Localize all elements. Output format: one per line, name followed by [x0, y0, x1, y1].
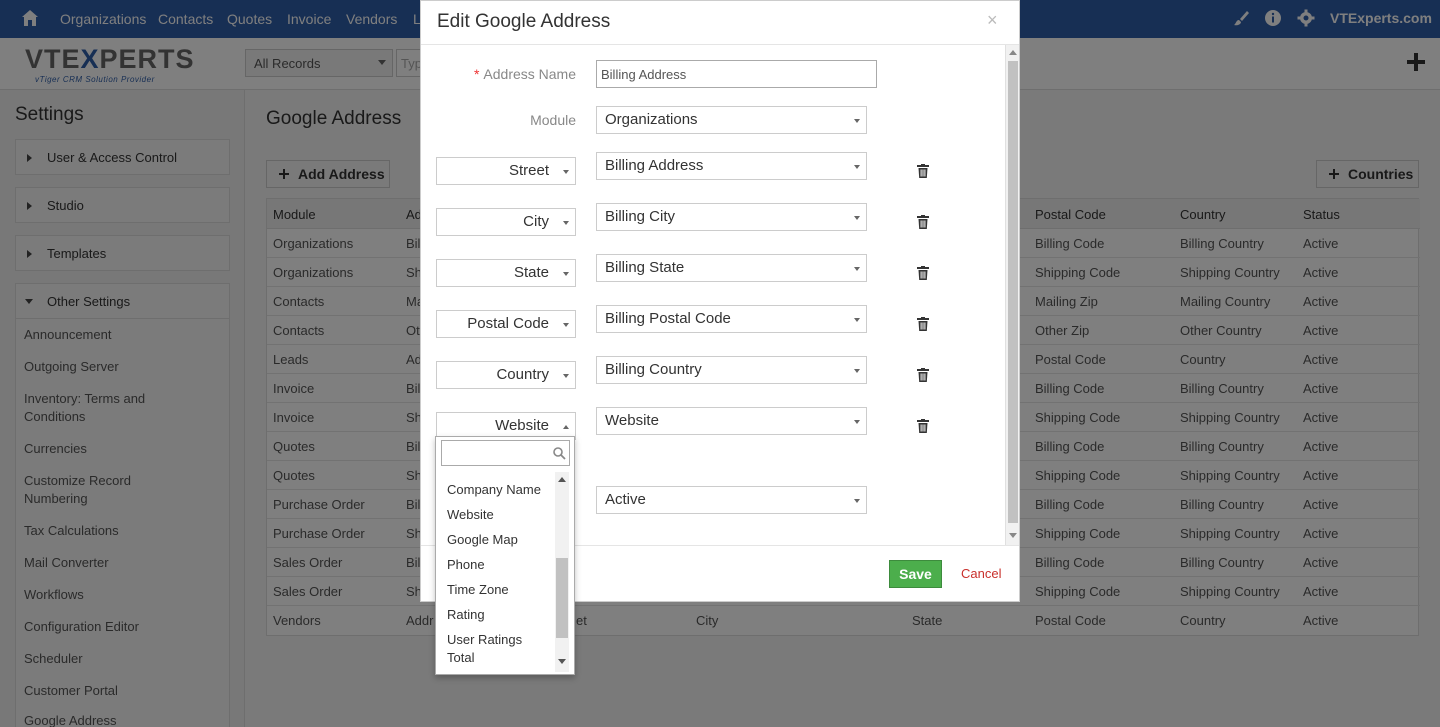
mapped-field-value: Website [605, 412, 659, 429]
scroll-down-icon[interactable] [1009, 533, 1017, 538]
address-name-label-text: Address Name [483, 66, 576, 82]
module-select-value: Organizations [605, 111, 698, 128]
field-type-select[interactable]: Street [436, 157, 576, 185]
caret-down-icon [563, 272, 569, 276]
caret-down-icon [854, 499, 860, 503]
mapped-field-select[interactable]: Billing State [596, 254, 867, 282]
mapped-field-select[interactable]: Website [596, 407, 867, 435]
status-select[interactable]: Active [596, 486, 867, 514]
address-name-input[interactable]: Billing Address [596, 60, 877, 88]
modal-scrollbar[interactable] [1005, 45, 1019, 545]
caret-down-icon [854, 165, 860, 169]
field-type-value: Website [495, 417, 549, 434]
field-type-value: Country [496, 366, 549, 383]
app: Organizations Contacts Quotes Invoice Ve… [0, 0, 1440, 727]
dropdown-option[interactable]: Time Zone [447, 581, 552, 599]
caret-down-icon [854, 369, 860, 373]
dropdown-option[interactable]: Phone [447, 556, 552, 574]
dropdown-option[interactable]: Website [447, 506, 552, 524]
required-marker: * [473, 66, 480, 82]
trash-icon[interactable] [917, 419, 929, 433]
scroll-thumb[interactable] [1008, 61, 1018, 523]
scroll-up-icon[interactable] [558, 477, 566, 482]
caret-down-icon [854, 267, 860, 271]
trash-icon[interactable] [917, 368, 929, 382]
address-name-label: * Address Name [474, 66, 576, 82]
dropdown-option[interactable]: Rating [447, 606, 552, 624]
field-type-value: Street [508, 162, 549, 179]
mapped-field-value: Billing Address [605, 157, 704, 174]
search-icon [553, 447, 566, 460]
caret-up-icon [563, 425, 569, 429]
status-select-value: Active [605, 491, 646, 508]
scroll-thumb[interactable] [556, 558, 568, 638]
trash-icon[interactable] [917, 317, 929, 331]
field-type-value: Postal Code [467, 315, 549, 332]
dropdown-options: Company Name Website Google Map Phone Time Z… [436, 472, 556, 675]
mapped-field-select[interactable]: Billing Address [596, 152, 867, 180]
caret-down-icon [563, 170, 569, 174]
field-type-select[interactable]: City [436, 208, 576, 236]
caret-down-icon [563, 221, 569, 225]
mapped-field-select[interactable]: Billing Country [596, 356, 867, 384]
module-label: Module [530, 112, 576, 128]
cancel-button[interactable]: Cancel [961, 566, 1001, 581]
trash-icon[interactable] [917, 266, 929, 280]
dropdown-search-input[interactable] [441, 440, 570, 466]
field-type-select[interactable]: Country [436, 361, 576, 389]
mapped-field-select[interactable]: Billing Postal Code [596, 305, 867, 333]
module-select[interactable]: Organizations [596, 106, 867, 134]
caret-down-icon [854, 318, 860, 322]
mapped-field-value: Billing Country [605, 361, 702, 378]
scroll-up-icon[interactable] [1009, 50, 1017, 55]
trash-icon[interactable] [917, 215, 929, 229]
field-dropdown: Company Name Website Google Map Phone Time Z… [435, 436, 575, 675]
field-type-select[interactable]: Postal Code [436, 310, 576, 338]
caret-down-icon [563, 323, 569, 327]
caret-down-icon [563, 374, 569, 378]
caret-down-icon [854, 216, 860, 220]
close-icon[interactable]: × [987, 10, 998, 31]
caret-down-icon [854, 420, 860, 424]
caret-down-icon [854, 119, 860, 123]
mapped-field-value: Billing State [605, 259, 685, 276]
field-type-value: State [513, 264, 549, 281]
dropdown-scrollbar[interactable] [555, 472, 569, 672]
mapped-field-select[interactable]: Billing City [596, 203, 867, 231]
field-type-select[interactable]: State [436, 259, 576, 287]
mapped-field-value: Billing City [605, 208, 676, 225]
modal-title: Edit Google Address [437, 11, 611, 32]
trash-icon[interactable] [917, 164, 929, 178]
dropdown-option[interactable]: Google Map [447, 531, 552, 549]
dropdown-option[interactable]: User Ratings Total [447, 631, 552, 667]
field-type-value: City [523, 213, 549, 230]
dropdown-option[interactable]: Company Name [447, 481, 552, 499]
mapped-field-value: Billing Postal Code [605, 310, 731, 327]
scroll-down-icon[interactable] [558, 659, 566, 664]
save-button[interactable]: Save [889, 560, 942, 588]
